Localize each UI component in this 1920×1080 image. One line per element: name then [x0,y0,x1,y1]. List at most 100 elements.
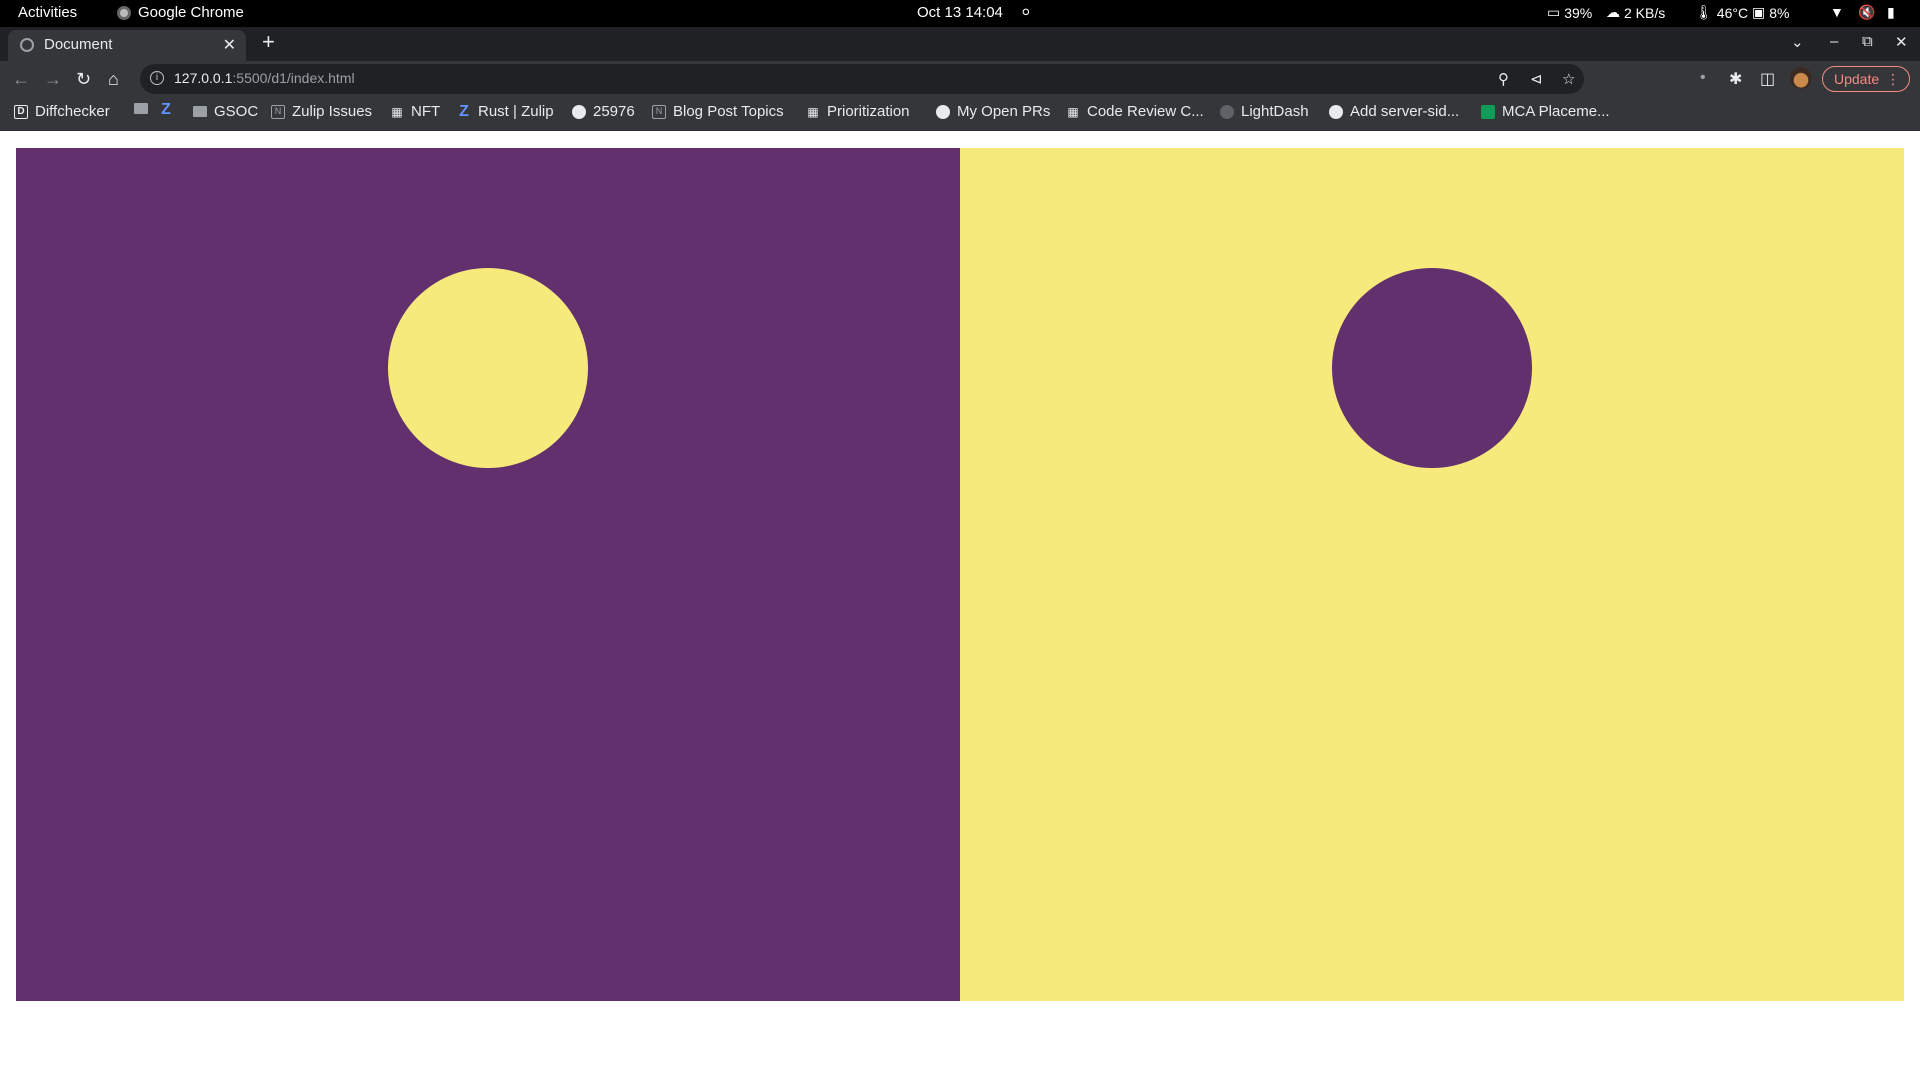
bookmark-label: Diffchecker [35,103,110,120]
zulip-icon: Z [459,102,469,120]
system-top-bar: Activities Google Chrome Oct 13 14:04 ⚪ … [0,0,1920,27]
back-arrow-icon[interactable]: ← [12,69,30,89]
bookmark-my-open-prs[interactable]: My Open PRs [936,103,1050,120]
bookmark-label: MCA Placeme... [1502,103,1610,120]
bookmark-nft[interactable]: ▦ NFT [390,103,440,120]
github-icon [936,104,950,119]
tab-title: Document [44,36,113,53]
github-icon [1329,104,1343,119]
battery-value: 39% [1564,4,1593,21]
battery-icon: ▭ [1547,4,1561,20]
browser-toolbar: ← → ↻ ⌂ i 127.0.0.1:5500/d1/index.html ⚲… [0,61,1920,98]
activities-button[interactable]: Activities [18,4,77,21]
bookmark-label: My Open PRs [957,103,1051,120]
power-icon[interactable]: ▮ [1887,4,1895,21]
site-info-icon[interactable]: i [150,71,164,85]
page-viewport [0,132,1920,1080]
cpu-icon: ▣ [1752,4,1766,20]
bookmark-prioritization[interactable]: ▦ Prioritization [806,103,910,120]
bookmark-diffchecker[interactable]: D Diffchecker [14,103,110,120]
url-host: 127.0.0.1 [174,70,233,86]
notion-icon: N [271,104,285,119]
forward-arrow-icon[interactable]: → [44,69,62,89]
bookmark-label: Rust | Zulip [478,103,554,120]
bookmark-label: 25976 [593,103,635,120]
bookmark-mca-placement[interactable]: MCA Placeme... [1481,103,1610,120]
left-purple-panel [16,148,960,1001]
url-text[interactable]: 127.0.0.1:5500/d1/index.html [174,70,355,86]
new-tab-button[interactable]: + [262,31,275,53]
notification-bell-icon: ⚪ [1020,4,1032,20]
bookmark-gsoc[interactable]: GSOC [193,103,258,120]
home-icon[interactable]: ⌂ [108,69,119,89]
address-bar[interactable]: i 127.0.0.1:5500/d1/index.html ⚲ ⊲ ☆ [140,64,1584,94]
bookmark-code-review[interactable]: ▦ Code Review C... [1066,103,1204,120]
restore-icon[interactable]: ⧉ [1862,33,1873,50]
tab-document[interactable]: Document ✕ [8,30,246,61]
sheet-icon: ▦ [391,104,403,119]
tab-search-chevron-down-icon[interactable]: ⌄ [1791,33,1804,51]
menu-dots-icon: ⋮ [1886,71,1900,87]
sheet-icon: ▦ [1067,104,1079,119]
minimize-icon[interactable]: – [1830,33,1838,50]
bookmark-add-server-side[interactable]: Add server-sid... [1329,103,1459,120]
wifi-icon[interactable]: ▼ [1830,4,1844,20]
folder-icon [193,106,207,117]
cpu-indicator: ▣ 8% [1752,4,1789,21]
volume-muted-icon[interactable]: 🔇 [1858,4,1875,21]
chrome-icon [117,5,131,20]
zulip-icon: Z [161,101,171,118]
update-button[interactable]: Update ⋮ [1822,66,1910,92]
cpu-value: 8% [1769,4,1790,21]
left-yellow-circle [388,268,588,468]
tab-strip: Document ✕ [0,27,1920,61]
temperature-indicator: 🌡 46°C [1695,4,1748,21]
bookmark-zulip-issues[interactable]: N Zulip Issues [271,103,372,120]
app-name: Google Chrome [138,4,244,21]
bookmark-label: GSOC [214,103,259,120]
notion-icon: N [652,104,666,119]
right-purple-circle [1332,268,1532,468]
bookmark-label: Prioritization [827,103,910,120]
close-window-icon[interactable]: ✕ [1895,33,1908,51]
bookmark-blog-post-topics[interactable]: N Blog Post Topics [652,103,784,120]
bookmarks-bar: D Diffchecker Z GSOC N Zulip Issues ▦ NF… [0,98,1920,131]
right-yellow-panel [960,148,1904,1001]
battery-indicator: ▭ 39% [1547,4,1592,21]
bookmark-lightdash[interactable]: LightDash [1220,103,1309,120]
thermometer-icon: 🌡 [1695,4,1713,20]
side-panel-icon[interactable]: ◫ [1760,69,1775,89]
sheet-icon: ▦ [807,104,819,119]
url-path: :5500/d1/index.html [232,70,355,86]
bookmark-star-icon[interactable]: ☆ [1562,70,1575,88]
google-sheets-icon [1481,104,1495,119]
close-tab-icon[interactable]: ✕ [223,35,236,55]
bookmark-label: Zulip Issues [292,103,373,120]
bookmark-folder[interactable] [134,103,148,114]
clock[interactable]: Oct 13 14:04 [917,4,1003,21]
zoom-icon[interactable]: ⚲ [1498,70,1509,88]
bookmark-label: Code Review C... [1087,103,1204,120]
extensions-puzzle-icon[interactable]: ✱ [1729,69,1742,89]
github-icon [572,104,586,119]
diffchecker-icon: D [14,104,28,119]
bookmark-label: Blog Post Topics [673,103,784,120]
bookmark-label: NFT [411,103,441,120]
temperature-value: 46°C [1716,4,1749,21]
bookmark-label: LightDash [1241,103,1309,120]
extension-pin-icon[interactable]: • [1700,69,1706,87]
bookmark-25976[interactable]: 25976 [572,103,635,120]
reload-icon[interactable]: ↻ [76,69,91,89]
folder-icon [134,103,148,114]
profile-avatar[interactable] [1790,67,1812,89]
bookmark-zulip[interactable]: Z [159,101,173,118]
share-icon[interactable]: ⊲ [1530,70,1543,88]
update-label: Update [1834,71,1880,87]
globe-icon [20,38,34,52]
network-indicator: ☁ 2 KB/s [1606,4,1665,21]
bookmark-rust-zulip[interactable]: Z Rust | Zulip [457,102,554,120]
bookmark-label: Add server-sid... [1350,103,1460,120]
cloud-icon: ☁ [1606,4,1620,20]
app-menu[interactable]: Google Chrome [117,4,244,21]
github-icon [1220,104,1234,119]
